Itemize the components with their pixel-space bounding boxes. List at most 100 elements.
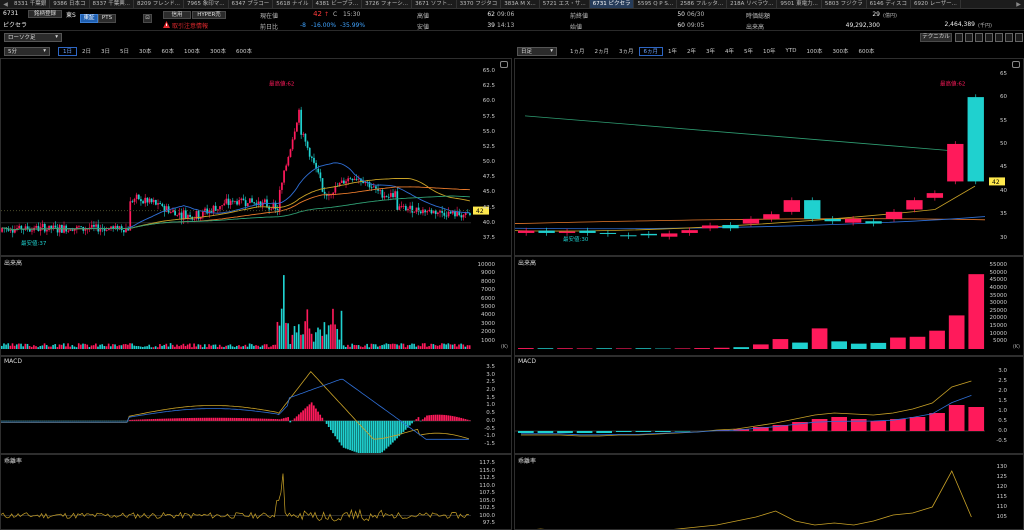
right-price-chart[interactable]: 最高値:62 最安値:30 42 65 60 55 50 45 40 35 30 (514, 58, 1024, 256)
camera-icon[interactable] (1012, 61, 1020, 68)
pts-toggle[interactable]: PTS (98, 14, 116, 23)
candle (640, 233, 657, 236)
save-icon[interactable] (985, 33, 993, 42)
volume-bar (225, 345, 227, 349)
interval-select[interactable]: 5分 ▾ (4, 46, 50, 56)
daily-select[interactable]: 日足 ▾ (517, 46, 557, 56)
axis-tick: 115.0 (479, 467, 495, 474)
axis-tick: 1.5 (998, 398, 1007, 404)
volume-bar (69, 346, 71, 349)
tse-toggle[interactable]: 東証 (80, 14, 98, 23)
watchlist-item[interactable]: 8337 千葉興... (90, 0, 134, 8)
candle (347, 178, 350, 182)
credit-badge[interactable]: 信用 (163, 11, 191, 19)
right-period-10[interactable]: YTD (781, 47, 802, 56)
watchlist-item[interactable]: 3671 ソフト... (412, 0, 457, 8)
left-period-6[interactable]: 100本 (179, 47, 205, 56)
watchlist-item[interactable]: 8331 千葉銀 (11, 0, 51, 8)
candle (193, 219, 196, 220)
left-period-2[interactable]: 3日 (96, 47, 115, 56)
macd-bar (197, 417, 200, 421)
right-period-3[interactable]: 6ヵ月 (638, 46, 663, 56)
right-period-11[interactable]: 100本 (801, 47, 827, 56)
watchlist-item[interactable]: 3726 フォーシ... (362, 0, 413, 8)
technical-button[interactable]: テクニカル (920, 33, 952, 42)
scroll-left-icon[interactable]: ◀ (0, 1, 11, 8)
watchlist-item[interactable]: 383A M X... (501, 0, 540, 8)
right-period-5[interactable]: 2年 (682, 47, 701, 56)
left-period-5[interactable]: 60本 (157, 47, 180, 56)
volume-bar (772, 339, 789, 349)
right-period-1[interactable]: 2ヵ月 (590, 47, 615, 56)
watchlist-item[interactable]: 9501 東電力... (777, 0, 822, 8)
watchlist-item[interactable]: 5618 ナイル (273, 0, 313, 8)
macd-bar (174, 418, 176, 421)
watchlist-item[interactable]: 5721 エス・サ... (540, 0, 590, 8)
watchlist-item[interactable]: 6920 レーザー... (911, 0, 961, 8)
macd-bar (330, 420, 332, 431)
watchlist-item[interactable]: 3370 フジタコ (457, 0, 502, 8)
scroll-right-icon[interactable]: ▶ (1013, 1, 1024, 8)
right-period-9[interactable]: 10年 (758, 47, 781, 56)
pen-icon[interactable] (955, 33, 963, 42)
volume-bar (466, 345, 469, 349)
macd-bar (233, 417, 236, 421)
right-period-4[interactable]: 1年 (663, 47, 682, 56)
right-volume-pane[interactable]: 出来高 55000 50000 45000 40000 35000 30000 25000 20… (514, 256, 1024, 356)
right-period-6[interactable]: 3年 (701, 47, 720, 56)
list-icon[interactable] (1015, 33, 1023, 42)
watchlist-item[interactable]: 4381 ビープラ... (313, 0, 363, 8)
axis-tick: 60.0 (482, 98, 495, 105)
settings-icon[interactable] (1005, 33, 1013, 42)
left-period-3[interactable]: 5日 (115, 47, 134, 56)
volume-bar (24, 343, 27, 349)
watchlist-item[interactable]: 6146 ディスコ (867, 0, 911, 8)
volume-bar (56, 347, 59, 349)
watchlist-item[interactable]: 6347 プラコー (229, 0, 274, 8)
axis-tick: 117.5 (479, 460, 495, 466)
left-period-8[interactable]: 600本 (231, 47, 257, 56)
camera-icon[interactable] (500, 61, 508, 68)
watchlist-item[interactable]: 7965 象印マ... (184, 0, 229, 8)
print-icon[interactable] (995, 33, 1003, 42)
left-deviation-pane[interactable]: 乖離率 117.5 115.0 112.5 110.0 107.5 105.0 102.5 10… (0, 454, 512, 530)
macd-bar (206, 417, 208, 421)
watchlist-item[interactable]: 8209 フレンド... (134, 0, 184, 8)
watchlist-item[interactable]: 2586 フルッタ... (677, 0, 728, 8)
watchlist-item[interactable]: 6731 ピクセラ (589, 0, 635, 8)
candle (178, 212, 181, 216)
cursor-icon[interactable] (965, 33, 973, 42)
right-macd-pane[interactable]: MACD 3.0 2.5 2.0 1.5 1.0 0.5 0.0 -0.5 (514, 356, 1024, 454)
left-volume-pane[interactable]: 出来高 10000 9000 8000 7000 6000 5000 4000 3000 2000… (0, 256, 512, 356)
hyper-sell-badge[interactable]: HYPER売 (192, 11, 226, 19)
right-period-12[interactable]: 300本 (827, 47, 853, 56)
macd-bar (255, 418, 257, 421)
trading-value-unit: (千円) (978, 23, 992, 29)
axis-tick: -0.5 (484, 425, 495, 432)
watchlist-item[interactable]: 9386 日本コ (50, 0, 90, 8)
trade-alert-link[interactable]: 取引注意情報 (172, 21, 208, 30)
right-period-13[interactable]: 600本 (853, 47, 879, 56)
right-period-0[interactable]: 1ヵ月 (565, 47, 590, 56)
square-icon[interactable]: ⊡ (143, 14, 152, 23)
left-macd-pane[interactable]: MACD 3.5 3.0 2.5 2.0 1.5 1.0 0.5 0.0 -0.5 -1.0 -1.5 (0, 356, 512, 454)
volume-bar (557, 348, 573, 349)
right-period-2[interactable]: 3ヵ月 (614, 47, 639, 56)
volume-bar (319, 329, 321, 349)
left-period-0[interactable]: 1日 (58, 46, 77, 56)
watchlist-item[interactable]: 5803 フジクラ (822, 0, 867, 8)
right-period-8[interactable]: 5年 (739, 47, 758, 56)
volume-bar (238, 345, 240, 349)
left-period-4[interactable]: 30本 (134, 47, 157, 56)
grid-icon[interactable] (975, 33, 983, 42)
macd-bar (327, 420, 330, 427)
chart-type-select[interactable]: ローソク足 ▾ (4, 32, 62, 42)
watchlist-item[interactable]: 218A リベラウ... (727, 0, 778, 8)
left-price-chart[interactable]: 最高値:62 最安値:37 42 65.0 62.5 60.0 57.5 55.0 52.5 50… (0, 58, 512, 256)
watchlist-item[interactable]: 5595 Q P S... (634, 0, 678, 8)
left-period-1[interactable]: 2日 (77, 47, 96, 56)
register-stock-button[interactable]: 銘柄登録 (28, 10, 62, 18)
right-deviation-pane[interactable]: 乖離率 130 125 120 115 110 105 (514, 454, 1024, 530)
left-period-7[interactable]: 300本 (205, 47, 231, 56)
right-period-7[interactable]: 4年 (720, 47, 739, 56)
